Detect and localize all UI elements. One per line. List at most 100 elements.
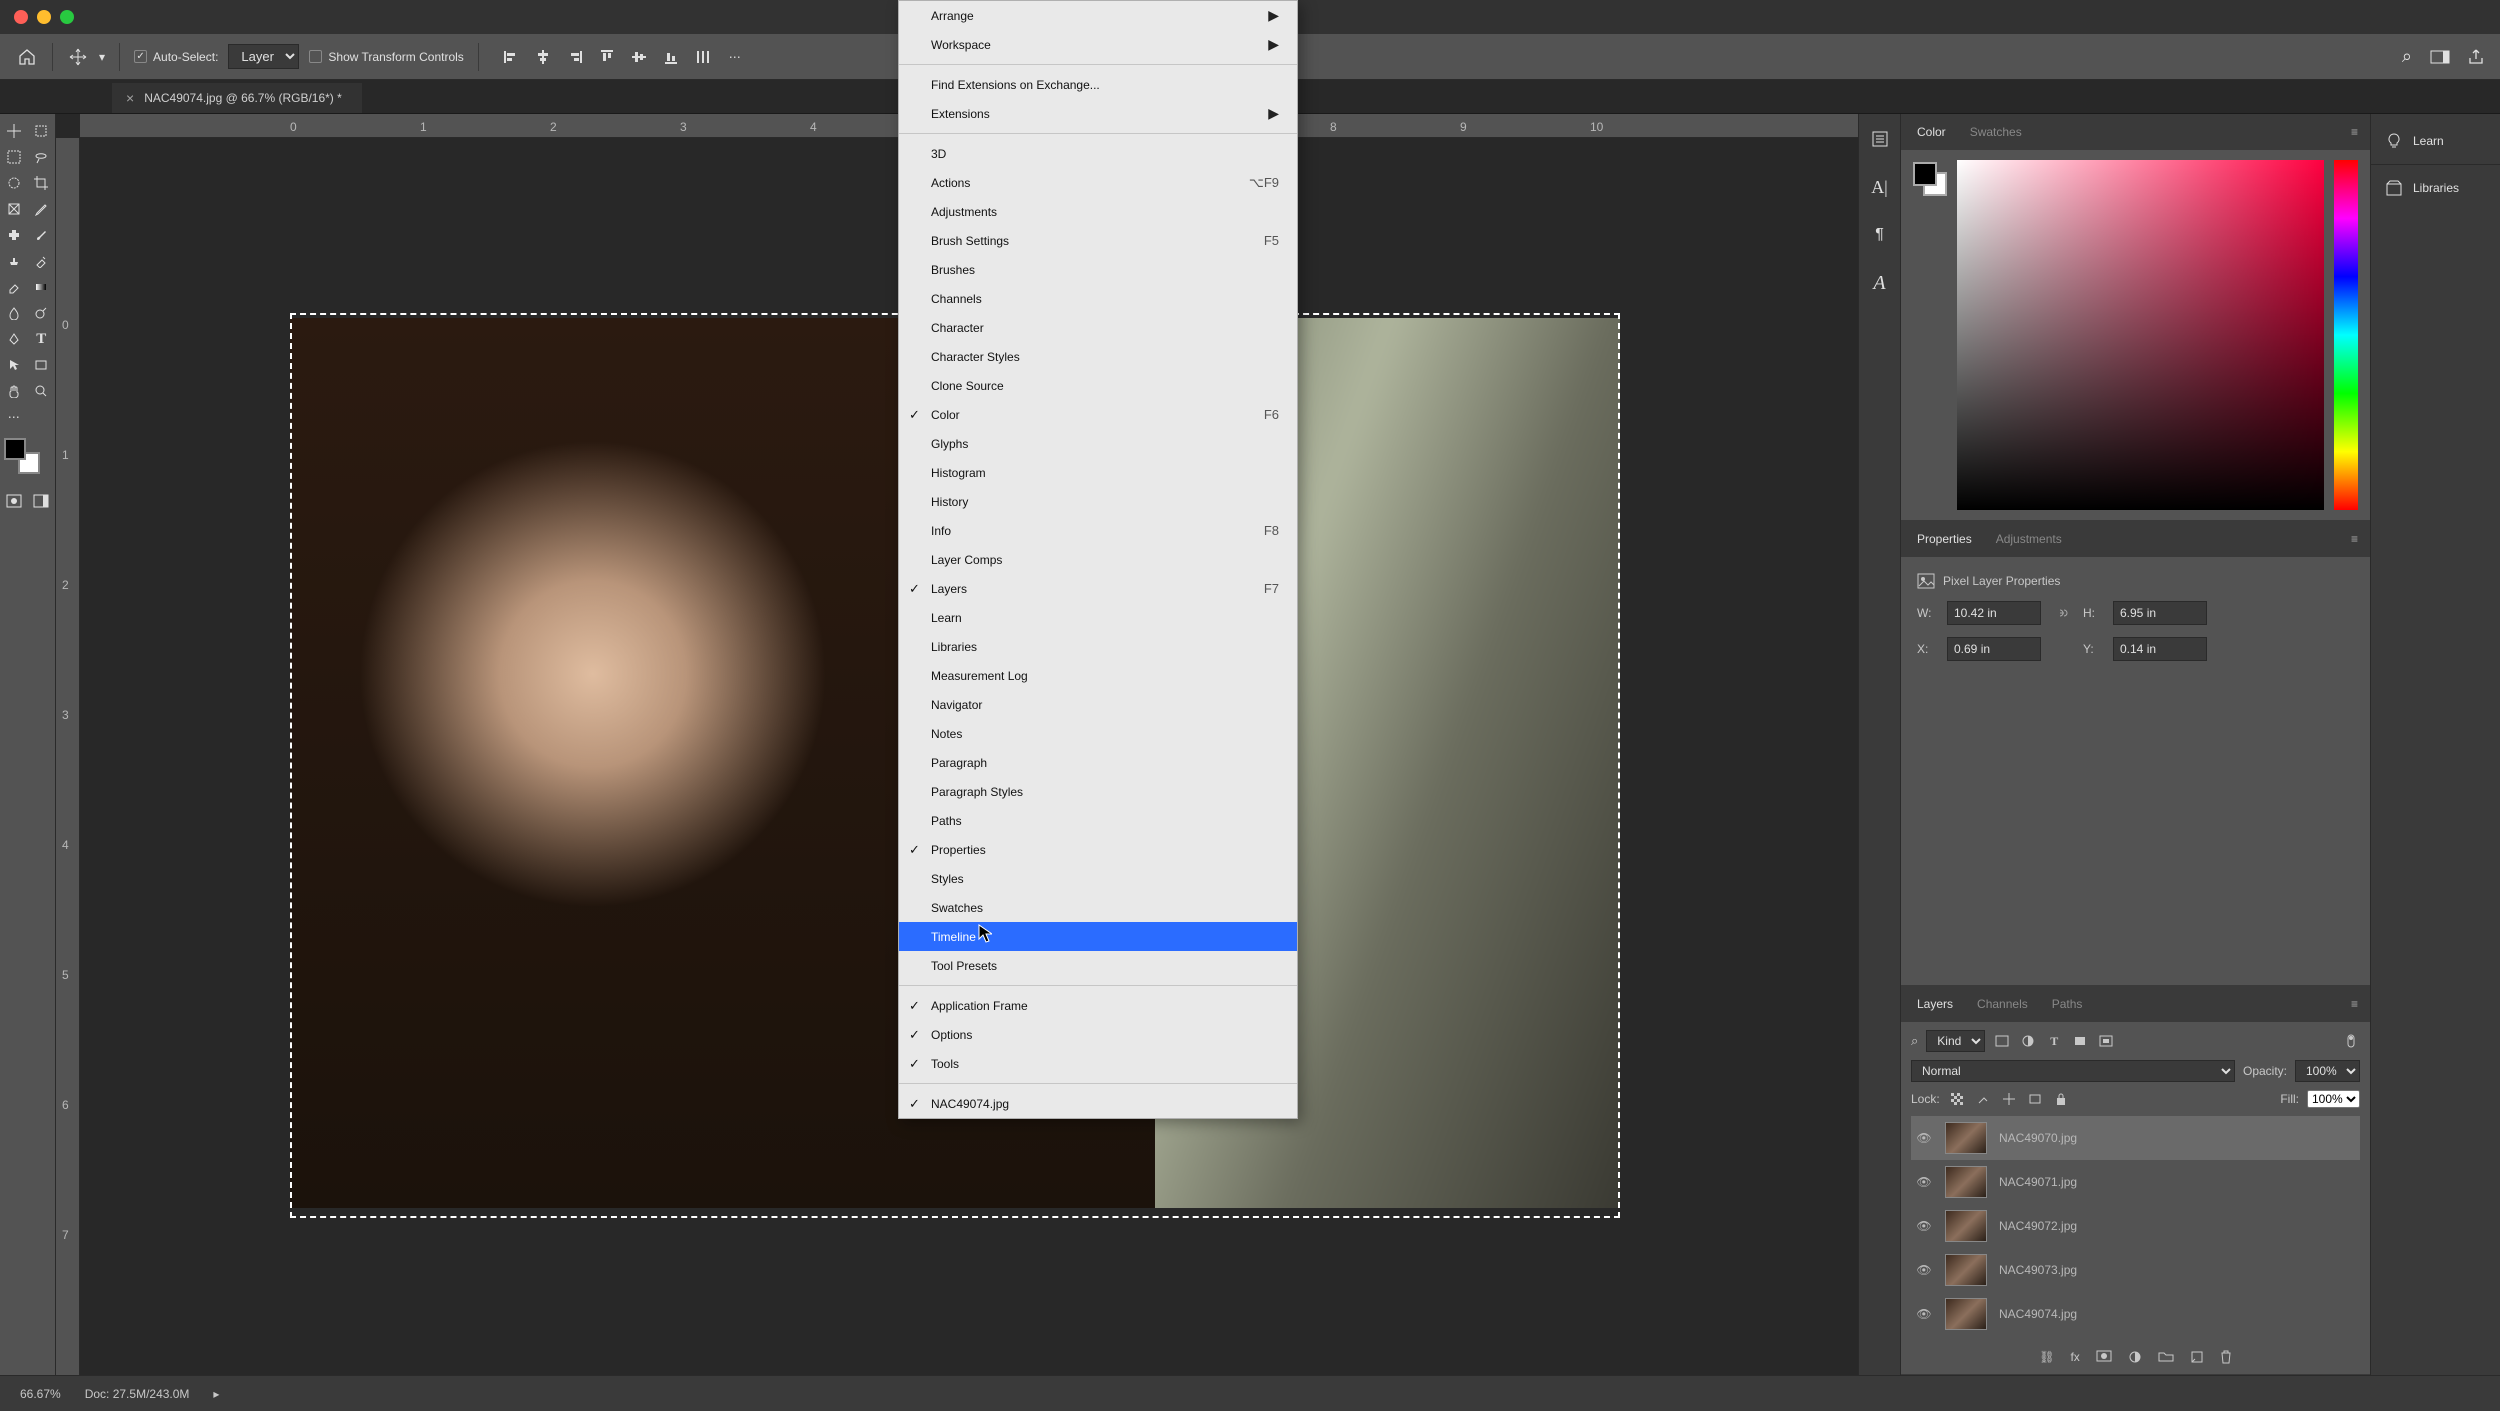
layer-name[interactable]: NAC49071.jpg [1999,1175,2077,1189]
document-tab[interactable]: × NAC49074.jpg @ 66.7% (RGB/16*) * [112,83,362,113]
paragraph-panel-icon[interactable]: ¶ [1865,220,1895,250]
dodge-tool[interactable] [28,300,56,326]
history-panel-icon[interactable] [1865,124,1895,154]
align-center-h-icon[interactable] [533,47,553,67]
foreground-background-colors[interactable] [4,438,40,474]
fill-dropdown[interactable]: 100% [2307,1090,2360,1108]
menu-item-arrange[interactable]: Arrange▶ [899,1,1297,30]
x-input[interactable] [1947,637,2041,661]
color-field[interactable] [1957,160,2324,510]
panel-menu-icon[interactable]: ≡ [2351,997,2358,1011]
layer-thumbnail[interactable] [1945,1210,1987,1242]
rectangle-tool[interactable] [28,352,56,378]
align-bottom-icon[interactable] [661,47,681,67]
vertical-ruler[interactable]: 0 1 2 3 4 5 6 7 [56,138,80,1375]
artboard-tool[interactable] [28,118,56,144]
menu-item-brush-settings[interactable]: Brush SettingsF5 [899,226,1297,255]
spot-heal-tool[interactable] [0,222,28,248]
layer-style-icon[interactable]: fx [2070,1350,2079,1364]
home-button[interactable] [16,46,38,68]
align-right-icon[interactable] [565,47,585,67]
menu-item-character[interactable]: Character [899,313,1297,342]
menu-item-notes[interactable]: Notes [899,719,1297,748]
crop-tool[interactable] [28,170,56,196]
new-layer-icon[interactable] [2190,1350,2204,1364]
frame-tool[interactable] [0,196,28,222]
menu-item-layers[interactable]: ✓LayersF7 [899,574,1297,603]
new-group-icon[interactable] [2158,1350,2174,1364]
more-align-icon[interactable]: ⋯ [725,47,745,67]
channels-tab[interactable]: Channels [1973,997,2032,1011]
zoom-level[interactable]: 66.67% [20,1387,61,1401]
menu-item-measurement-log[interactable]: Measurement Log [899,661,1297,690]
menu-item-channels[interactable]: Channels [899,284,1297,313]
layer-name[interactable]: NAC49072.jpg [1999,1219,2077,1233]
gradient-tool[interactable] [28,274,56,300]
filter-toggle-icon[interactable] [2342,1032,2360,1050]
adjustment-layer-icon[interactable] [2128,1350,2142,1364]
history-brush-tool[interactable] [28,248,56,274]
auto-select-checkbox[interactable]: ✓ Auto-Select: [134,50,218,64]
marquee-tool[interactable] [0,144,28,170]
properties-tab[interactable]: Properties [1913,532,1976,546]
foreground-color-swatch[interactable] [4,438,26,460]
menu-item-find-extensions-on-exchange[interactable]: Find Extensions on Exchange... [899,70,1297,99]
move-tool[interactable] [0,118,28,144]
filter-adjust-icon[interactable] [2019,1032,2037,1050]
visibility-toggle-icon[interactable]: 👁 [1915,1173,1933,1191]
screen-mode-button[interactable] [28,488,56,514]
lock-transparency-icon[interactable] [1948,1090,1966,1108]
link-wh-icon[interactable] [2053,604,2071,622]
libraries-button[interactable]: Libraries [2371,169,2500,207]
menu-item-libraries[interactable]: Libraries [899,632,1297,661]
layer-row[interactable]: 👁NAC49070.jpg [1911,1116,2360,1160]
menu-item-clone-source[interactable]: Clone Source [899,371,1297,400]
maximize-window-button[interactable] [60,10,74,24]
layer-row[interactable]: 👁NAC49073.jpg [1911,1248,2360,1292]
adjustments-tab[interactable]: Adjustments [1992,532,2066,546]
blur-tool[interactable] [0,300,28,326]
visibility-toggle-icon[interactable]: 👁 [1915,1217,1933,1235]
menu-item-navigator[interactable]: Navigator [899,690,1297,719]
menu-item-tool-presets[interactable]: Tool Presets [899,951,1297,980]
quick-select-tool[interactable] [0,170,28,196]
height-input[interactable] [2113,601,2207,625]
menu-item-styles[interactable]: Styles [899,864,1297,893]
menu-item-options[interactable]: ✓Options [899,1020,1297,1049]
menu-item-timeline[interactable]: Timeline [899,922,1297,951]
delete-layer-icon[interactable] [2220,1350,2232,1364]
menu-item-brushes[interactable]: Brushes [899,255,1297,284]
auto-select-target-dropdown[interactable]: Layer [228,44,299,69]
filter-kind-dropdown[interactable]: Kind [1926,1030,1985,1052]
layer-row[interactable]: 👁NAC49074.jpg [1911,1292,2360,1336]
opacity-dropdown[interactable]: 100% [2295,1060,2360,1082]
layer-thumbnail[interactable] [1945,1254,1987,1286]
menu-item-glyphs[interactable]: Glyphs [899,429,1297,458]
eyedropper-tool[interactable] [28,196,56,222]
align-middle-v-icon[interactable] [629,47,649,67]
menu-item-learn[interactable]: Learn [899,603,1297,632]
show-transform-checkbox[interactable]: Show Transform Controls [309,50,463,64]
menu-item-paragraph-styles[interactable]: Paragraph Styles [899,777,1297,806]
type-tool[interactable]: T [28,326,56,352]
menu-item-histogram[interactable]: Histogram [899,458,1297,487]
menu-item-info[interactable]: InfoF8 [899,516,1297,545]
menu-item-nac49074-jpg[interactable]: ✓NAC49074.jpg [899,1089,1297,1118]
lock-image-icon[interactable] [1974,1090,1992,1108]
move-tool-dropdown-icon[interactable]: ▾ [99,50,105,64]
panel-menu-icon[interactable]: ≡ [2351,532,2358,546]
menu-item-history[interactable]: History [899,487,1297,516]
brush-tool[interactable] [28,222,56,248]
visibility-toggle-icon[interactable]: 👁 [1915,1305,1933,1323]
layer-name[interactable]: NAC49070.jpg [1999,1131,2077,1145]
menu-item-layer-comps[interactable]: Layer Comps [899,545,1297,574]
status-menu-icon[interactable]: ▸ [213,1387,219,1401]
menu-item-workspace[interactable]: Workspace▶ [899,30,1297,59]
lock-artboard-icon[interactable] [2026,1090,2044,1108]
learn-button[interactable]: Learn [2371,122,2500,160]
menu-item-properties[interactable]: ✓Properties [899,835,1297,864]
quick-mask-button[interactable] [0,488,28,514]
menu-item-application-frame[interactable]: ✓Application Frame [899,991,1297,1020]
menu-item-actions[interactable]: Actions⌥F9 [899,168,1297,197]
workspace-switcher-icon[interactable] [2430,50,2450,64]
